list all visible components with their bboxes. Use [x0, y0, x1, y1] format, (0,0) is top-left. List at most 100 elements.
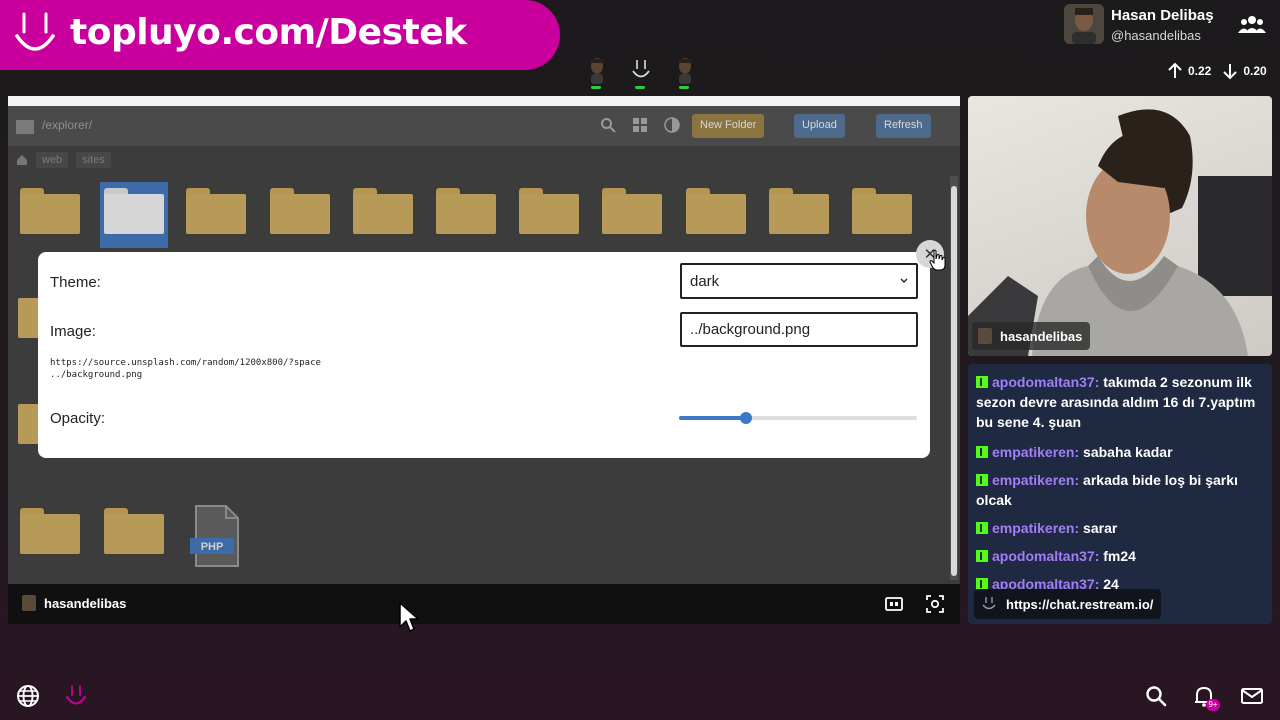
- topluyo-logo-icon[interactable]: [64, 684, 88, 708]
- chat-text: fm24: [1103, 548, 1136, 564]
- folder[interactable]: [20, 188, 80, 234]
- breadcrumb-item[interactable]: sites: [76, 152, 111, 168]
- chat-link[interactable]: https://chat.restream.io/: [974, 589, 1162, 619]
- chat-author[interactable]: apodomaltan37:: [992, 548, 1099, 564]
- screen-share-bar: hasandelibas: [8, 584, 960, 624]
- kick-icon: [976, 376, 988, 388]
- chat-message: apodomaltan37: takımda 2 sezonum ilk sez…: [976, 372, 1268, 432]
- avatar: [22, 595, 36, 611]
- voice-participants: [585, 56, 697, 89]
- file-manager-toolbar: /explorer/ New Folder Upload Refresh: [8, 106, 960, 146]
- chat-author[interactable]: empatikeren:: [992, 444, 1079, 460]
- chat-text: sabaha kadar: [1083, 444, 1173, 460]
- php-file-icon[interactable]: PHP: [190, 504, 242, 568]
- avatar: [1064, 4, 1104, 44]
- download-rate: 0.20: [1243, 64, 1267, 78]
- refresh-button[interactable]: Refresh: [876, 114, 931, 138]
- notification-badge: 9+: [1206, 699, 1220, 711]
- topluyo-logo-icon: [982, 597, 996, 610]
- theater-mode-icon[interactable]: [885, 595, 903, 613]
- mail-icon[interactable]: [1240, 684, 1264, 708]
- chat-message: empatikeren: arkada bide loş bi şarkı ol…: [976, 470, 1268, 510]
- chat-message: empatikeren: sarar: [976, 518, 1268, 538]
- folder[interactable]: [270, 188, 330, 234]
- sharer: hasandelibas: [22, 595, 126, 611]
- opacity-slider[interactable]: [679, 411, 917, 425]
- webcam-feed[interactable]: hasandelibas: [968, 96, 1272, 356]
- php-label: PHP: [201, 541, 224, 553]
- folder[interactable]: [20, 508, 80, 554]
- folder[interactable]: [186, 188, 246, 234]
- live-indicator: [591, 86, 601, 89]
- topluyo-logo-icon: [632, 60, 650, 78]
- participant-avatar[interactable]: [585, 56, 609, 89]
- breadcrumb-item[interactable]: web: [36, 152, 69, 168]
- image-input[interactable]: [680, 312, 918, 347]
- chat-text: sarar: [1083, 520, 1118, 536]
- chat-message: apodomaltan37: fm24: [976, 546, 1268, 566]
- arrow-up-icon: [1168, 62, 1182, 78]
- webcam-name: hasandelibas: [1000, 328, 1083, 344]
- globe-icon[interactable]: [16, 684, 40, 708]
- scrollbar[interactable]: [950, 176, 958, 580]
- folder[interactable]: [602, 188, 662, 234]
- theme-label: Theme:: [50, 274, 101, 291]
- chat-author[interactable]: empatikeren:: [992, 520, 1079, 536]
- kick-icon: [976, 446, 988, 458]
- file-path: /explorer/: [42, 118, 93, 132]
- chat-author[interactable]: apodomaltan37:: [992, 374, 1099, 390]
- theme-select-value: dark: [690, 272, 720, 290]
- slider-fill: [679, 416, 746, 420]
- grid-icon[interactable]: [632, 117, 648, 133]
- user-name: Hasan Delibaş: [1111, 7, 1214, 24]
- participant-avatar[interactable]: [629, 56, 653, 89]
- home-icon[interactable]: [16, 154, 28, 166]
- contrast-icon[interactable]: [664, 117, 680, 133]
- folder[interactable]: [519, 188, 579, 234]
- live-indicator: [679, 86, 689, 89]
- settings-modal: Theme: dark Image: https://source.unspla…: [38, 252, 930, 458]
- chat-panel: apodomaltan37: takımda 2 sezonum ilk sez…: [968, 364, 1272, 624]
- webcam-image: [968, 109, 1272, 356]
- participant-avatar[interactable]: [673, 56, 697, 89]
- folder[interactable]: [353, 188, 413, 234]
- live-indicator: [635, 86, 645, 89]
- screen-top-edge: [8, 96, 960, 106]
- kick-icon: [976, 474, 988, 486]
- chat-author[interactable]: empatikeren:: [992, 472, 1079, 488]
- upload-button[interactable]: Upload: [794, 114, 845, 138]
- user-handle: @hasandelibas: [1111, 28, 1201, 43]
- new-folder-button[interactable]: New Folder: [692, 114, 765, 138]
- network-stats: 0.22 0.20: [1166, 62, 1273, 80]
- screenshot-icon[interactable]: [926, 595, 944, 613]
- folder-selected[interactable]: [100, 182, 168, 248]
- search-icon[interactable]: [1144, 684, 1168, 708]
- avatar-icon: [591, 58, 603, 84]
- avatar-icon: [679, 58, 691, 84]
- folder[interactable]: [436, 188, 496, 234]
- image-hint-1: https://source.unsplash.com/random/1200x…: [50, 358, 321, 368]
- slider-knob[interactable]: [739, 412, 752, 424]
- upload-rate: 0.22: [1188, 64, 1212, 78]
- chat-message: empatikeren: sabaha kadar: [976, 442, 1268, 462]
- webcam-name-tag: hasandelibas: [972, 322, 1091, 350]
- group-icon[interactable]: [1238, 14, 1266, 34]
- topluyo-logo-icon: [15, 12, 55, 51]
- opacity-label: Opacity:: [50, 410, 106, 427]
- folder[interactable]: [769, 188, 829, 234]
- kick-icon: [976, 550, 988, 562]
- chevron-down-icon: [900, 278, 908, 283]
- brand-text: topluyo.com/Destek: [70, 12, 467, 53]
- arrow-down-icon: [1223, 64, 1238, 80]
- brand-banner[interactable]: topluyo.com/Destek: [0, 0, 560, 70]
- avatar: [978, 328, 992, 344]
- folder[interactable]: [686, 188, 746, 234]
- breadcrumb: web sites: [16, 152, 111, 168]
- mouse-cursor-icon: [399, 602, 419, 632]
- search-icon[interactable]: [600, 117, 616, 133]
- folder[interactable]: [852, 188, 912, 234]
- folder-icon: [16, 120, 34, 134]
- kick-icon: [976, 522, 988, 534]
- theme-select[interactable]: dark: [680, 263, 918, 299]
- folder[interactable]: [104, 508, 164, 554]
